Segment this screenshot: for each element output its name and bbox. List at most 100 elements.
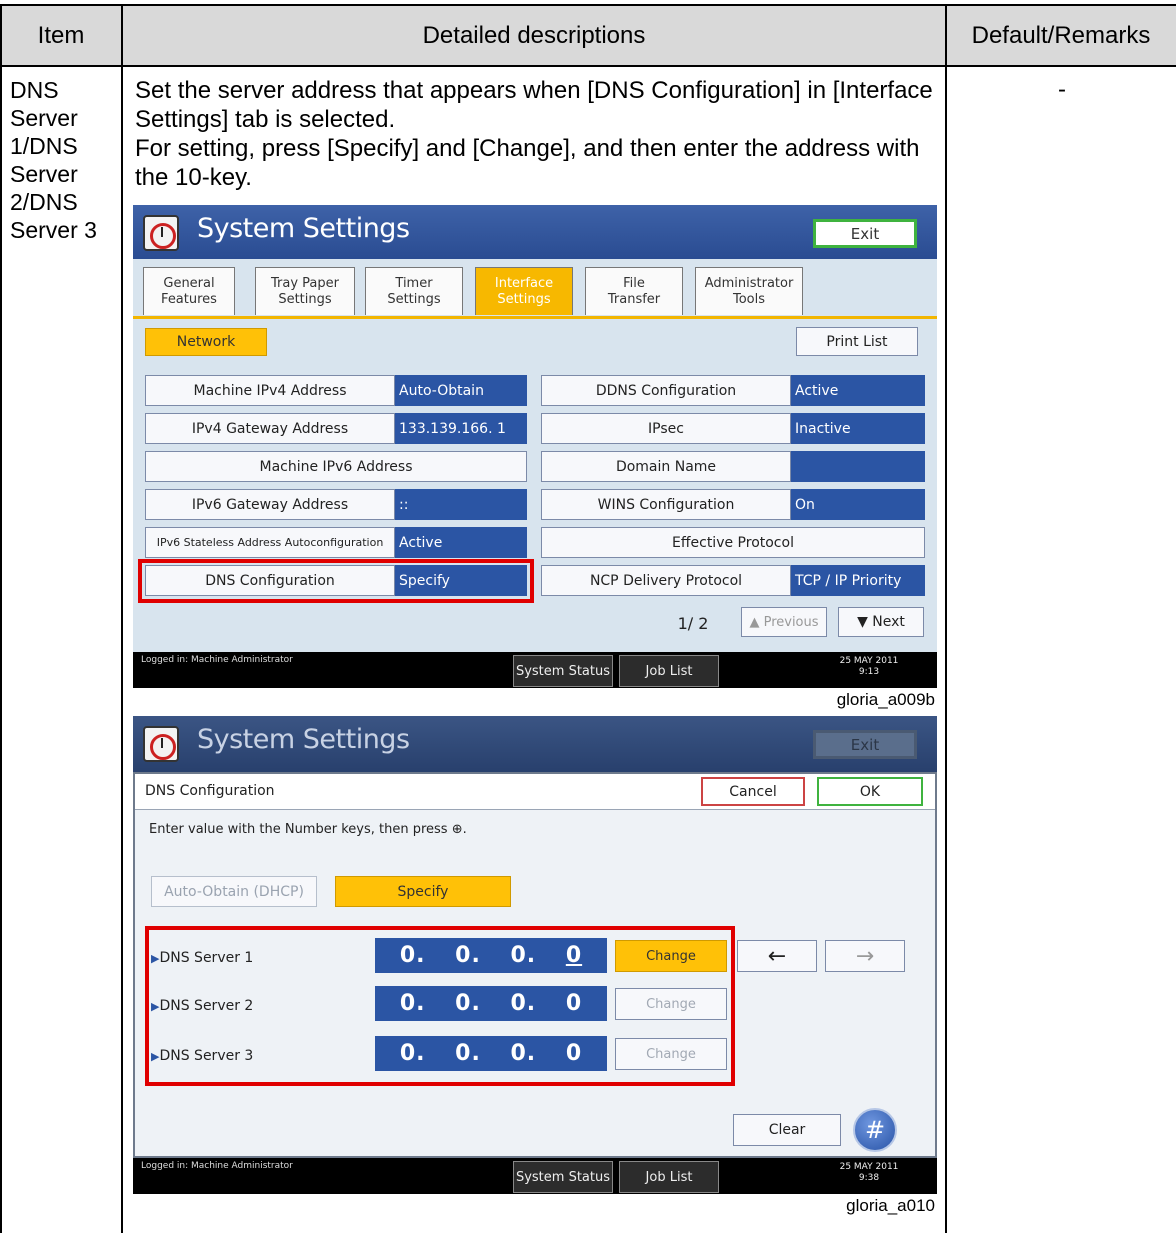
right-arrow-button[interactable]: →: [825, 940, 905, 972]
dialog-title: DNS Configuration: [145, 783, 275, 799]
job-list-button[interactable]: Job List: [619, 1161, 719, 1193]
system-status-button[interactable]: System Status: [513, 655, 613, 687]
screen-title: System Settings: [197, 213, 410, 244]
ddns-configuration-button[interactable]: DDNS Configuration: [541, 375, 791, 406]
ipv6-gateway-address-value: ::: [395, 489, 527, 520]
tab-administrator-tools[interactable]: Administrator Tools: [695, 267, 803, 315]
dns-server-3-field[interactable]: 0. 0. 0. 0: [375, 1036, 607, 1071]
tab-line: Tools: [732, 291, 766, 307]
date-time: 25 MAY 2011 9:13: [833, 656, 905, 678]
description-line-2: For setting, press [Specify] and [Change…: [135, 135, 920, 191]
tab-bar: General Features Tray Paper Settings Timer…: [133, 259, 937, 319]
date: 25 MAY 2011: [839, 1162, 899, 1172]
title-bar: System Settings Exit: [133, 205, 937, 259]
auto-obtain-dhcp-button[interactable]: Auto-Obtain (DHCP): [151, 876, 317, 907]
top-rule: [0, 4, 1176, 6]
ipv6-stateless-autoconfig-button[interactable]: IPv6 Stateless Address Autoconfiguration: [145, 527, 395, 558]
header-descriptions: Detailed descriptions: [422, 21, 646, 49]
dialog-header: DNS Configuration Cancel OK: [135, 774, 935, 810]
tab-general-features[interactable]: General Features: [143, 267, 235, 315]
effective-protocol-button[interactable]: Effective Protocol: [541, 527, 925, 558]
hash-key-icon[interactable]: #: [853, 1108, 897, 1152]
header-rule: [0, 65, 1176, 67]
description-line-1: Set the server address that appears when…: [135, 77, 933, 133]
ip-octet: 0.: [510, 1041, 537, 1066]
exit-button[interactable]: Exit: [813, 219, 917, 248]
dns-server-2-label: DNS Server 2: [151, 998, 253, 1014]
system-settings-icon: [143, 215, 179, 251]
clear-button[interactable]: Clear: [733, 1114, 841, 1146]
tab-line: Settings: [278, 291, 332, 307]
logged-in-label: Logged in: Machine Administrator: [141, 1161, 293, 1171]
screenshot-interface-settings: System Settings Exit General Features Tra…: [133, 205, 937, 688]
ipv4-gateway-address-button[interactable]: IPv4 Gateway Address: [145, 413, 395, 444]
ncp-delivery-protocol-value: TCP / IP Priority: [791, 565, 925, 596]
page-indicator: 1∕ 2: [677, 613, 709, 633]
ip-octet: 0: [565, 943, 583, 968]
specify-button[interactable]: Specify: [335, 876, 511, 907]
dns-server-2-field[interactable]: 0. 0. 0. 0: [375, 986, 607, 1021]
ipv6-stateless-autoconfig-value: Active: [395, 527, 527, 558]
ip-octet: 0.: [399, 943, 426, 968]
tab-tray-paper-settings[interactable]: Tray Paper Settings: [255, 267, 355, 315]
tab-timer-settings[interactable]: Timer Settings: [365, 267, 463, 315]
status-bar: Logged in: Machine Administrator System …: [133, 652, 937, 688]
dns-server-1-change-button[interactable]: Change: [615, 940, 727, 972]
time: 9:13: [858, 667, 880, 677]
ncp-delivery-protocol-button[interactable]: NCP Delivery Protocol: [541, 565, 791, 596]
machine-ipv6-address-button[interactable]: Machine IPv6 Address: [145, 451, 527, 482]
title-bar: System Settings Exit: [133, 716, 937, 772]
machine-ipv4-address-button[interactable]: Machine IPv4 Address: [145, 375, 395, 406]
ok-button[interactable]: OK: [817, 777, 923, 806]
status-bar: Logged in: Machine Administrator System …: [133, 1158, 937, 1194]
tab-line: Timer: [395, 275, 433, 291]
header-remarks: Default/Remarks: [971, 21, 1151, 49]
wins-configuration-value: On: [791, 489, 925, 520]
machine-ipv4-address-value: Auto-Obtain: [395, 375, 527, 406]
ip-octet: 0.: [455, 991, 481, 1016]
domain-name-button[interactable]: Domain Name: [541, 451, 791, 482]
dns-server-3-label: DNS Server 3: [151, 1048, 253, 1064]
tab-interface-settings[interactable]: Interface Settings: [475, 267, 573, 315]
tab-line: File: [623, 275, 645, 291]
ip-octet: 0.: [455, 1041, 481, 1066]
figure-caption-a009b: gloria_a009b: [836, 690, 935, 709]
tab-line: Features: [161, 291, 217, 307]
col-rule-1: [121, 4, 123, 1233]
wins-configuration-button[interactable]: WINS Configuration: [541, 489, 791, 520]
col-rule-2: [945, 4, 947, 1233]
ipsec-value: Inactive: [791, 413, 925, 444]
ddns-configuration-value: Active: [791, 375, 925, 406]
tab-line: Settings: [497, 291, 551, 307]
ipv6-gateway-address-button[interactable]: IPv6 Gateway Address: [145, 489, 395, 520]
tab-line: Settings: [387, 291, 441, 307]
ip-octet: 0: [565, 1041, 583, 1066]
dns-configuration-dialog: DNS Configuration Cancel OK Enter value …: [133, 772, 937, 1158]
cancel-button[interactable]: Cancel: [701, 777, 805, 806]
system-status-button[interactable]: System Status: [513, 1161, 613, 1193]
system-settings-icon: [143, 726, 179, 762]
screen-title: System Settings: [197, 724, 410, 755]
left-arrow-button[interactable]: ←: [737, 940, 817, 972]
domain-name-value: [791, 451, 925, 482]
ip-octet: 0.: [399, 991, 426, 1016]
tab-file-transfer[interactable]: File Transfer: [585, 267, 683, 315]
previous-button[interactable]: ▲ Previous: [741, 607, 827, 637]
item-cell: DNS Server 1/DNS Server 2/DNS Server 3: [10, 77, 97, 243]
ip-octet: 0.: [455, 943, 481, 968]
time: 9:38: [858, 1173, 880, 1183]
tab-line: Transfer: [607, 291, 661, 307]
network-button[interactable]: Network: [145, 328, 267, 356]
next-button[interactable]: ▼ Next: [838, 607, 924, 637]
date: 25 MAY 2011: [839, 656, 899, 666]
dns-server-2-change-button[interactable]: Change: [615, 988, 727, 1020]
tab-line: General: [163, 275, 215, 291]
ip-octet: 0.: [399, 1041, 426, 1066]
tab-line: Interface: [494, 275, 554, 291]
ipsec-button[interactable]: IPsec: [541, 413, 791, 444]
dns-server-1-field[interactable]: 0. 0. 0. 0: [375, 938, 607, 973]
dns-server-3-change-button[interactable]: Change: [615, 1038, 727, 1070]
job-list-button[interactable]: Job List: [619, 655, 719, 687]
date-time: 25 MAY 2011 9:38: [833, 1162, 905, 1184]
print-list-button[interactable]: Print List: [796, 327, 918, 356]
